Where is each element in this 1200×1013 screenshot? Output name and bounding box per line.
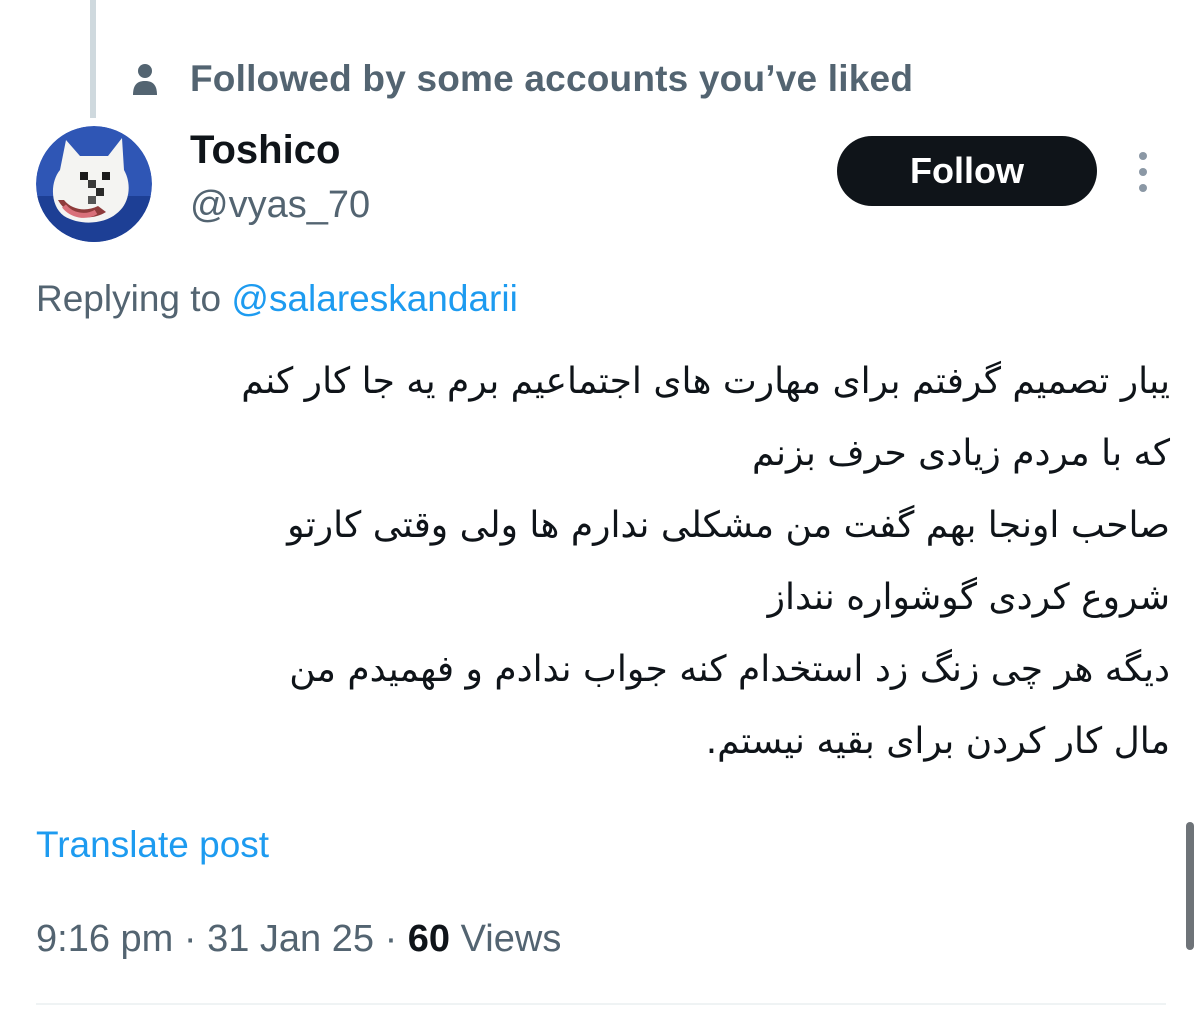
meta-separator: ·: [173, 918, 208, 960]
follow-button[interactable]: Follow: [837, 136, 1097, 206]
post-line: صاحب اونجا بهم گفت من مشکلی ندارم ها ولی…: [287, 505, 1170, 546]
user-handle[interactable]: @vyas_70: [190, 184, 370, 227]
reply-mention-link[interactable]: @salareskandarii: [231, 278, 517, 319]
post-line: یبار تصمیم گرفتم برای مهارت های اجتماعیم…: [241, 361, 1170, 402]
post-line: شروع کردی گوشواره ننداز: [767, 577, 1170, 618]
divider: [36, 1003, 1166, 1005]
more-dot: [1139, 152, 1147, 160]
user-display-name[interactable]: Toshico: [190, 128, 340, 173]
meta-separator: ·: [374, 918, 408, 960]
views-count: 60: [407, 918, 451, 960]
replying-to: Replying to @salareskandarii: [36, 278, 518, 320]
views-label: Views: [450, 918, 562, 960]
more-dot: [1139, 168, 1147, 176]
replying-to-prefix: Replying to: [36, 278, 232, 319]
post-line: مال کار کردن برای بقیه نیستم.: [705, 721, 1170, 762]
post-date[interactable]: 31 Jan 25: [207, 918, 374, 960]
post-line: که با مردم زیادی حرف بزنم: [752, 433, 1170, 474]
post-meta: 9:16 pm · 31 Jan 25 · 60 Views: [36, 918, 561, 961]
social-context: Followed by some accounts you’ve liked: [128, 52, 913, 106]
post-body: یبار تصمیم گرفتم برای مهارت های اجتماعیم…: [36, 346, 1170, 778]
social-context-text: Followed by some accounts you’ve liked: [190, 58, 914, 99]
avatar[interactable]: [36, 126, 152, 242]
more-dot: [1139, 184, 1147, 192]
thread-line: [90, 0, 96, 118]
more-vertical-icon[interactable]: [1128, 148, 1158, 196]
post-time[interactable]: 9:16 pm: [36, 918, 173, 960]
translate-post-link[interactable]: Translate post: [36, 824, 269, 866]
post-line: دیگه هر چی زنگ زد استخدام کنه جواب ندادم…: [289, 649, 1170, 690]
scrollbar[interactable]: [1186, 822, 1194, 950]
dog-avatar-icon: [36, 126, 152, 242]
person-icon: [128, 59, 162, 99]
